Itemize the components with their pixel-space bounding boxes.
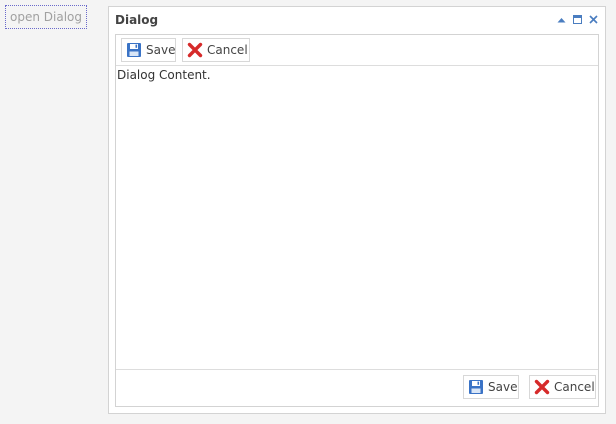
dialog-content-text: Dialog Content. xyxy=(117,68,211,82)
footer-save-button[interactable]: Save xyxy=(463,375,519,399)
cancel-icon xyxy=(187,42,203,58)
toolbar-cancel-label: Cancel xyxy=(207,43,248,57)
maximize-icon[interactable] xyxy=(572,14,583,25)
save-icon xyxy=(126,42,142,58)
collapse-icon[interactable] xyxy=(556,14,567,25)
open-dialog-link[interactable]: open Dialog xyxy=(5,5,87,29)
dialog-window: Dialog Save Cancel Dialog Content. Save … xyxy=(108,6,606,414)
dialog-title: Dialog xyxy=(115,13,159,27)
toolbar-save-button[interactable]: Save xyxy=(121,38,176,62)
toolbar-cancel-button[interactable]: Cancel xyxy=(182,38,250,62)
dialog-title-bar[interactable]: Dialog xyxy=(109,7,605,33)
save-icon xyxy=(468,379,484,395)
dialog-tools xyxy=(556,14,599,25)
dialog-toolbar: Save Cancel xyxy=(116,35,598,66)
toolbar-save-label: Save xyxy=(146,43,176,57)
dialog-panel: Save Cancel Dialog Content. Save Cancel xyxy=(115,34,599,407)
footer-save-label: Save xyxy=(488,380,518,394)
footer-cancel-label: Cancel xyxy=(554,380,595,394)
cancel-icon xyxy=(534,379,550,395)
open-dialog-label: open Dialog xyxy=(10,10,82,24)
dialog-footer: Save Cancel xyxy=(116,369,598,406)
dialog-content: Dialog Content. xyxy=(116,66,598,369)
footer-cancel-button[interactable]: Cancel xyxy=(529,375,596,399)
close-icon[interactable] xyxy=(588,14,599,25)
